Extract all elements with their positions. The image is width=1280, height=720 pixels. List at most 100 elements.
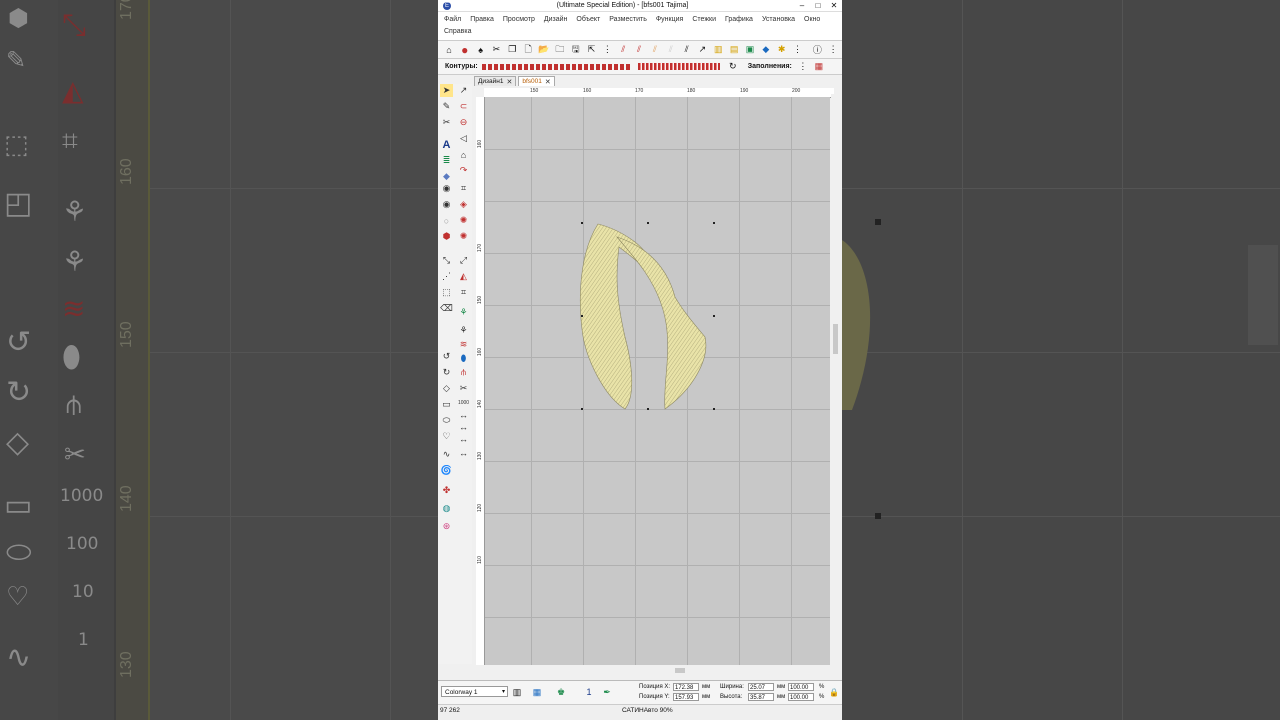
menu-object[interactable]: Объект: [576, 14, 600, 26]
pen-tool-icon[interactable]: ✎: [440, 100, 453, 113]
circle-target-icon[interactable]: ◉: [440, 182, 453, 195]
stitch-icon[interactable]: ⫽: [616, 43, 630, 57]
eraser-icon[interactable]: ⌫: [440, 302, 453, 315]
menu-function[interactable]: Функция: [656, 14, 683, 26]
more-icon[interactable]: ⋮: [600, 43, 614, 57]
pos-y-field[interactable]: 157.93: [673, 693, 699, 701]
applique-icon[interactable]: ✤: [440, 484, 453, 497]
stitch-icon[interactable]: ⫽: [632, 43, 646, 57]
maximize-button[interactable]: □: [810, 1, 826, 10]
contour-stitch-types[interactable]: [481, 63, 632, 70]
fill-tool-icon[interactable]: ⬮: [457, 352, 470, 365]
needle-number[interactable]: 1: [582, 685, 596, 699]
rotate-icon[interactable]: ⊖: [457, 116, 470, 129]
arrows-icon[interactable]: ↔: [457, 446, 470, 459]
scale-width-field[interactable]: 100.00: [788, 683, 814, 691]
scale-height-field[interactable]: 100.00: [788, 693, 814, 701]
copy-icon[interactable]: ❐: [505, 43, 519, 57]
stitch-icon[interactable]: ⫽: [680, 43, 694, 57]
stitch-icon[interactable]: ⫽: [648, 43, 662, 57]
embroidery-design[interactable]: [485, 97, 830, 665]
thread-chart-icon[interactable]: ▥: [510, 685, 524, 699]
menu-file[interactable]: Файл: [444, 14, 461, 26]
width-field[interactable]: 25.07: [748, 683, 774, 691]
heart-icon[interactable]: ♡: [440, 430, 453, 443]
curve-icon[interactable]: ↺: [440, 350, 453, 363]
alphabet-icon[interactable]: ≣: [440, 154, 453, 167]
tab-design1[interactable]: Дизайн1 ✕: [474, 76, 517, 86]
save-icon[interactable]: 🖫: [569, 43, 583, 57]
fill-stitch-types[interactable]: [637, 63, 720, 70]
tab-bfs001[interactable]: bfs001 ✕: [518, 76, 555, 86]
fill-icon[interactable]: ▤: [727, 43, 741, 57]
menu-window[interactable]: Окно: [804, 14, 820, 26]
stitch-icon[interactable]: ⫽: [664, 43, 678, 57]
refresh-icon[interactable]: ↻: [726, 60, 740, 74]
color-wheel-icon[interactable]: ◍: [440, 502, 453, 515]
star-tool-icon[interactable]: ✺: [457, 214, 470, 227]
select-arrow-icon[interactable]: ➤: [440, 84, 453, 97]
export-icon[interactable]: ⇱: [585, 43, 599, 57]
close-button[interactable]: ✕: [826, 1, 842, 10]
pos-x-field[interactable]: 172.38: [673, 683, 699, 691]
info-icon[interactable]: ⓘ: [810, 43, 824, 57]
spiral-icon[interactable]: 🌀: [440, 464, 453, 477]
vertical-scrollbar[interactable]: [831, 94, 840, 666]
needle-icon[interactable]: ♠: [474, 43, 488, 57]
lock-icon[interactable]: 🔒: [827, 685, 841, 699]
knife-icon[interactable]: ✂: [440, 116, 453, 129]
ellipse-icon[interactable]: ⬭: [440, 414, 453, 427]
thread-spool-icon[interactable]: ♚: [554, 685, 568, 699]
scroll-thumb[interactable]: [675, 668, 685, 673]
menu-graphics[interactable]: Графика: [725, 14, 753, 26]
polygon-icon[interactable]: ◇: [440, 382, 453, 395]
star-tool-icon[interactable]: ✺: [457, 230, 470, 243]
height-field[interactable]: 35.87: [748, 693, 774, 701]
close-tab-icon[interactable]: ✕: [506, 78, 512, 86]
shape-tool-icon[interactable]: ◈: [457, 198, 470, 211]
fill-pattern-icon[interactable]: ▦: [812, 60, 826, 74]
more-icon[interactable]: ⋮: [791, 43, 805, 57]
folder-icon[interactable]: 🗀: [553, 43, 567, 57]
rectangle-icon[interactable]: ▭: [440, 398, 453, 411]
more-icon[interactable]: ⋮: [826, 43, 840, 57]
curve-tool-icon[interactable]: ↷: [457, 164, 470, 177]
new-file-icon[interactable]: 🗋: [521, 43, 535, 57]
star-icon[interactable]: ✱: [775, 43, 789, 57]
reshape-icon[interactable]: ↗: [457, 84, 470, 97]
measure-icon[interactable]: ⤡: [440, 254, 453, 267]
scroll-thumb[interactable]: [833, 324, 838, 354]
arrows-icon[interactable]: ↔: [457, 432, 470, 445]
more-icon[interactable]: ⋮: [796, 60, 810, 74]
menu-help[interactable]: Справка: [444, 26, 471, 38]
lasso-icon[interactable]: ⊂: [457, 100, 470, 113]
design-canvas[interactable]: [485, 97, 830, 665]
wilcom-logo-icon[interactable]: ●: [458, 43, 472, 57]
menu-view[interactable]: Просмотр: [503, 14, 535, 26]
lettering-icon[interactable]: A: [440, 138, 453, 151]
dotted-line-icon[interactable]: ⋰: [440, 270, 453, 283]
image-icon[interactable]: ▣: [743, 43, 757, 57]
colorway-select[interactable]: Colorway 1 ▾: [441, 686, 508, 697]
palette-icon[interactable]: ▦: [530, 685, 544, 699]
menu-setup[interactable]: Установка: [762, 14, 795, 26]
horizontal-scrollbar[interactable]: [485, 666, 830, 675]
minimize-button[interactable]: –: [794, 1, 810, 10]
close-tab-icon[interactable]: ✕: [545, 78, 551, 86]
menu-arrange[interactable]: Разместить: [609, 14, 647, 26]
curve-icon[interactable]: ↻: [440, 366, 453, 379]
home-icon[interactable]: ⌂: [442, 43, 456, 57]
plant-icon[interactable]: ⚘: [457, 306, 470, 319]
transform-icon[interactable]: ⌗: [457, 286, 470, 299]
zigzag-icon[interactable]: ≋: [457, 338, 470, 351]
split-icon[interactable]: ⫛: [457, 366, 470, 379]
circle-outline-icon[interactable]: ○: [440, 214, 453, 227]
hexagon-icon[interactable]: ⬢: [440, 230, 453, 243]
dotted-select-icon[interactable]: ⬚: [440, 286, 453, 299]
circle-dot-icon[interactable]: ◉: [440, 198, 453, 211]
arrow-icon[interactable]: ↗: [696, 43, 710, 57]
shapes-icon[interactable]: ◆: [759, 43, 773, 57]
cut-icon[interactable]: ✂: [490, 43, 504, 57]
wave-icon[interactable]: ∿: [440, 448, 453, 461]
menu-edit[interactable]: Правка: [470, 14, 494, 26]
